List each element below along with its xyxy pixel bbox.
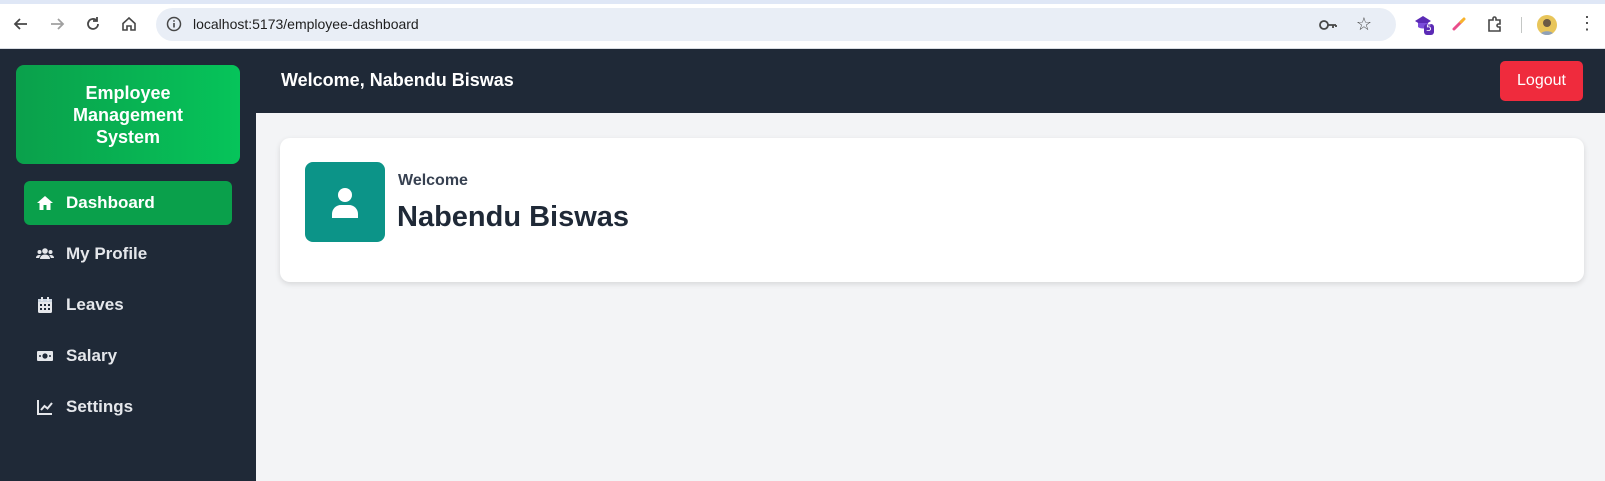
sidebar-item-label: Salary: [66, 346, 118, 365]
home-icon[interactable]: [119, 14, 139, 34]
welcome-card: Welcome Nabendu Biswas: [280, 138, 1584, 282]
sidebar-item-label: Leaves: [66, 295, 124, 314]
extension-icon[interactable]: 5: [1412, 13, 1434, 35]
user-icon: [305, 162, 385, 242]
sidebar-item-settings[interactable]: Settings: [24, 385, 232, 429]
money-bill-icon: [36, 347, 54, 365]
home-icon: [36, 194, 54, 212]
sidebar: Employee Management System Dashboard My …: [0, 49, 256, 481]
password-key-icon[interactable]: [1318, 16, 1338, 34]
tab-strip-edge: [0, 0, 1605, 4]
header-welcome-title: Welcome, Nabendu Biswas: [281, 70, 514, 90]
logout-button[interactable]: Logout: [1500, 61, 1583, 101]
sidebar-item-leaves[interactable]: Leaves: [24, 283, 232, 327]
bookmark-star-icon[interactable]: ☆: [1356, 14, 1372, 35]
color-picker-icon[interactable]: [1448, 13, 1470, 35]
sidebar-item-salary[interactable]: Salary: [24, 334, 232, 378]
browser-toolbar: localhost:5173/employee-dashboard ☆ 5 ⋮: [0, 0, 1605, 49]
more-menu-icon[interactable]: ⋮: [1578, 14, 1596, 32]
back-icon[interactable]: [11, 14, 31, 34]
sidebar-item-label: Dashboard: [66, 193, 155, 212]
extension-badge: 5: [1424, 24, 1434, 35]
chart-line-icon: [36, 398, 54, 416]
toolbar-divider: [1521, 17, 1522, 33]
users-icon: [36, 245, 54, 263]
address-bar[interactable]: localhost:5173/employee-dashboard ☆: [156, 8, 1396, 41]
reload-icon[interactable]: [83, 14, 103, 34]
forward-icon[interactable]: [47, 14, 67, 34]
sidebar-item-dashboard[interactable]: Dashboard: [24, 181, 232, 225]
puzzle-extensions-icon[interactable]: [1484, 13, 1506, 35]
url-text[interactable]: localhost:5173/employee-dashboard: [193, 16, 419, 32]
sidebar-item-label: My Profile: [66, 244, 148, 263]
top-header: Welcome, Nabendu Biswas Logout: [256, 49, 1605, 113]
site-info-icon[interactable]: [166, 16, 182, 32]
app-brand[interactable]: Employee Management System: [16, 65, 240, 164]
calendar-icon: [36, 296, 54, 314]
sidebar-item-my-profile[interactable]: My Profile: [24, 232, 232, 276]
profile-avatar[interactable]: [1537, 15, 1557, 35]
card-welcome-label: Welcome: [398, 172, 468, 189]
employee-name: Nabendu Biswas: [397, 201, 630, 233]
sidebar-item-label: Settings: [66, 397, 134, 416]
